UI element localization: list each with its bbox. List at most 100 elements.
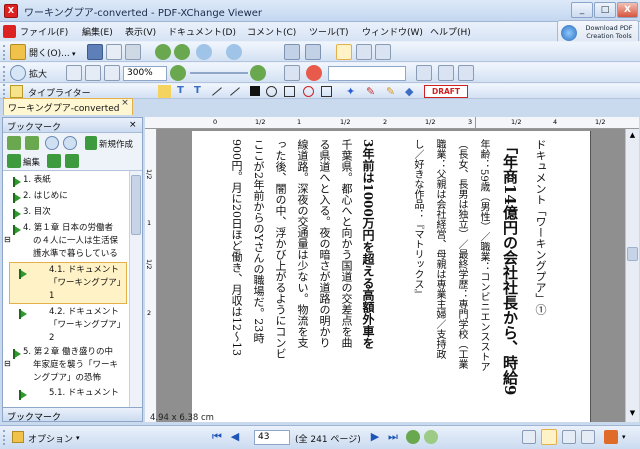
tools-icon[interactable] — [458, 65, 474, 81]
page-number-input[interactable]: 43 — [254, 430, 290, 445]
tab-close-icon[interactable]: × — [120, 99, 130, 109]
new-bookmark-icon[interactable] — [85, 136, 97, 150]
bookmark-4-1[interactable]: 4.1. ドキュメント — [49, 264, 119, 277]
bookmark-chapter1-line2[interactable]: の４人に一人は生活保 — [33, 235, 118, 248]
email-icon[interactable] — [125, 44, 141, 60]
bookmark-up-icon[interactable] — [47, 154, 61, 168]
bookmark-toc[interactable]: 3. 目次 — [23, 206, 51, 219]
forward-arrow-icon[interactable] — [174, 44, 190, 60]
scroll-up-icon[interactable]: ▲ — [627, 131, 638, 141]
single-page-icon[interactable] — [522, 430, 536, 444]
zoom-level-combo[interactable]: 300% — [123, 66, 167, 81]
menu-view[interactable]: 表示(V) — [125, 25, 156, 38]
fit-width-icon[interactable] — [104, 65, 120, 81]
print-icon[interactable] — [106, 44, 122, 60]
zoom-in-icon[interactable] — [10, 65, 26, 81]
bookmark-4-2-line3[interactable]: 2 — [49, 332, 54, 345]
close-button[interactable]: X — [617, 2, 638, 18]
collapse-icon[interactable]: ⊟ — [4, 359, 11, 368]
highlighter-icon[interactable]: ✎ — [386, 85, 396, 98]
open-button[interactable]: 開く(O)... — [29, 46, 70, 59]
pin-icon[interactable]: ✦ — [346, 85, 356, 98]
zoom-tool-label[interactable]: 拡大 — [29, 67, 47, 80]
back-view-icon[interactable] — [406, 430, 420, 444]
toolbar-grip[interactable] — [3, 84, 6, 99]
hand-tool-icon[interactable] — [336, 44, 352, 60]
eraser-icon[interactable]: ◆ — [405, 85, 417, 98]
save-icon[interactable] — [87, 44, 103, 60]
rotate-icon[interactable] — [284, 44, 300, 60]
new-bookmark-button[interactable]: 新規作成 — [99, 138, 133, 150]
link-icon[interactable] — [284, 65, 300, 81]
strikeout-icon[interactable]: T — [177, 85, 190, 98]
cloud-icon[interactable] — [303, 86, 314, 97]
toolbar-grip[interactable] — [3, 430, 6, 445]
document-page[interactable]: ドキュメント「ワーキングプア」① 「年商14億円の会社社長から、時給9 年齢：5… — [192, 131, 590, 422]
zoom-slider[interactable] — [190, 72, 248, 74]
collapse-all-icon[interactable] — [25, 136, 39, 150]
collapse-icon[interactable]: ⊟ — [4, 235, 11, 244]
find-next-icon[interactable] — [438, 65, 454, 81]
bookmarks-scrollbar[interactable] — [129, 171, 142, 421]
zoom-out-icon[interactable] — [170, 65, 186, 81]
forward-view-icon[interactable] — [424, 430, 438, 444]
find-icon[interactable] — [416, 65, 432, 81]
menu-tools[interactable]: ツール(T) — [309, 25, 349, 38]
bookmark-4-2-line2[interactable]: 「ワーキングプア」 — [49, 319, 125, 332]
menu-file[interactable]: ファイル(F) — [20, 25, 68, 38]
menu-help[interactable]: ヘルプ(H) — [430, 25, 471, 38]
chevron-down-icon[interactable]: ▾ — [72, 50, 76, 58]
bookmark-chapter1-line3[interactable]: 護水準で暮らしている — [33, 248, 118, 261]
select-text-icon[interactable] — [356, 44, 372, 60]
scrollbar-thumb[interactable] — [627, 247, 638, 261]
rectangle-icon[interactable] — [250, 86, 260, 96]
arrow-icon[interactable] — [230, 87, 240, 96]
text-box-icon[interactable] — [158, 85, 171, 98]
bookmark-4-2[interactable]: 4.2. ドキュメント — [49, 306, 119, 319]
doc-menu-icon[interactable] — [3, 25, 16, 38]
minimize-button[interactable]: _ — [571, 2, 593, 18]
bookmark-chapter1[interactable]: 4. 第１章 日本の労働者 — [23, 222, 113, 235]
redo-icon[interactable] — [226, 44, 242, 60]
properties-icon[interactable] — [305, 44, 321, 60]
undo-icon[interactable] — [196, 44, 212, 60]
bookmark-intro[interactable]: 2. はじめに — [23, 190, 68, 203]
no-entry-icon[interactable] — [306, 65, 322, 81]
bookmark-cover[interactable]: 1. 表紙 — [23, 174, 51, 187]
bookmark-down-icon[interactable] — [65, 154, 79, 168]
edit-button[interactable]: 編集 — [23, 156, 40, 168]
toolbar-grip[interactable] — [3, 66, 6, 81]
tab-document[interactable]: ワーキングプア-converted — [3, 98, 133, 115]
bookmark-4-1-line3[interactable]: 1 — [49, 290, 54, 303]
previous-page-icon[interactable]: ◀ — [228, 430, 242, 444]
expand-all-icon[interactable] — [7, 136, 21, 150]
toolbar-grip[interactable] — [3, 45, 6, 60]
pencil-icon[interactable]: ✎ — [366, 85, 376, 98]
continuous-facing-icon[interactable] — [581, 430, 595, 444]
last-page-icon[interactable]: ⏭ — [386, 430, 400, 444]
facing-page-icon[interactable] — [562, 430, 576, 444]
search-combo[interactable] — [328, 66, 406, 81]
line-icon[interactable] — [212, 87, 222, 96]
area-icon[interactable] — [321, 86, 332, 97]
back-arrow-icon[interactable] — [155, 44, 171, 60]
menu-comment[interactable]: コメント(C) — [247, 25, 296, 38]
panel-close-icon[interactable]: × — [129, 120, 137, 130]
options-button[interactable]: オプション — [28, 432, 73, 445]
oval-icon[interactable] — [266, 86, 277, 97]
bookmark-chapter2[interactable]: 5. 第２章 働き盛りの中 — [23, 346, 113, 359]
bookmark-chapter2-line3[interactable]: ングプア」の恐怖 — [33, 372, 101, 385]
open-folder-icon[interactable] — [10, 44, 26, 60]
menu-window[interactable]: ウィンドウ(W) — [362, 25, 423, 38]
next-page-icon[interactable]: ▶ — [368, 430, 382, 444]
maximize-button[interactable]: □ — [594, 2, 616, 18]
options-icon[interactable] — [12, 431, 24, 443]
fit-page-icon[interactable] — [85, 65, 101, 81]
menu-edit[interactable]: 編集(E) — [82, 25, 113, 38]
bookmark-5-1[interactable]: 5.1. ドキュメント — [49, 387, 119, 400]
document-scrollbar[interactable]: ▲ ▼ — [625, 129, 639, 422]
actual-size-icon[interactable] — [66, 65, 82, 81]
first-page-icon[interactable]: ⏮ — [210, 430, 224, 444]
zoom-plus-icon[interactable] — [250, 65, 266, 81]
search-next-icon[interactable] — [63, 136, 77, 150]
